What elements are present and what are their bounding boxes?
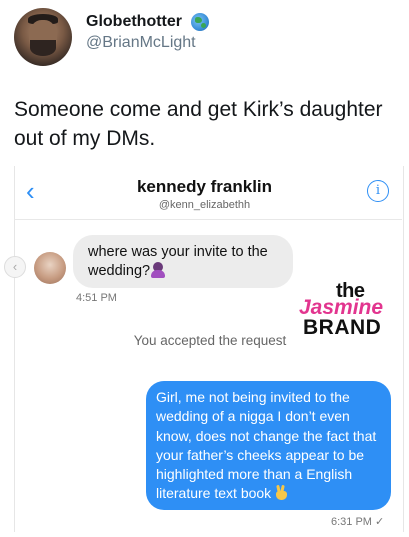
outgoing-timestamp: 6:31 PM ✓: [331, 515, 384, 528]
outgoing-message: Girl, me not being invited to the weddin…: [156, 388, 388, 504]
header-divider: [14, 219, 402, 220]
dm-contact-name: kennedy franklin: [136, 177, 273, 196]
chevron-left-small-icon[interactable]: ‹: [4, 256, 26, 278]
system-message: You accepted the request: [133, 333, 287, 348]
incoming-timestamp: 4:51 PM: [76, 292, 117, 304]
info-icon[interactable]: i: [367, 180, 389, 202]
tweet-text: Someone come and get Kirk’s daughter out…: [14, 98, 383, 150]
globe-icon: [191, 13, 209, 31]
outgoing-message-text: Girl, me not being invited to the weddin…: [156, 389, 377, 502]
incoming-message-text: where was your invite to the wedding?: [88, 244, 268, 279]
read-check-icon: ✓: [375, 516, 385, 528]
victory-hand-icon: [275, 485, 288, 501]
user-handle[interactable]: @BrianMcLight: [86, 34, 196, 52]
sender-avatar[interactable]: [34, 252, 66, 284]
woman-gesturing-no-icon: [150, 262, 166, 278]
outgoing-time: 6:31 PM: [331, 516, 372, 528]
user-avatar[interactable]: [14, 8, 72, 66]
incoming-message: where was your invite to the wedding?: [88, 243, 288, 281]
dm-contact-username: @kenn_elizabethh: [158, 199, 251, 211]
display-name[interactable]: Globethotter: [86, 13, 182, 31]
